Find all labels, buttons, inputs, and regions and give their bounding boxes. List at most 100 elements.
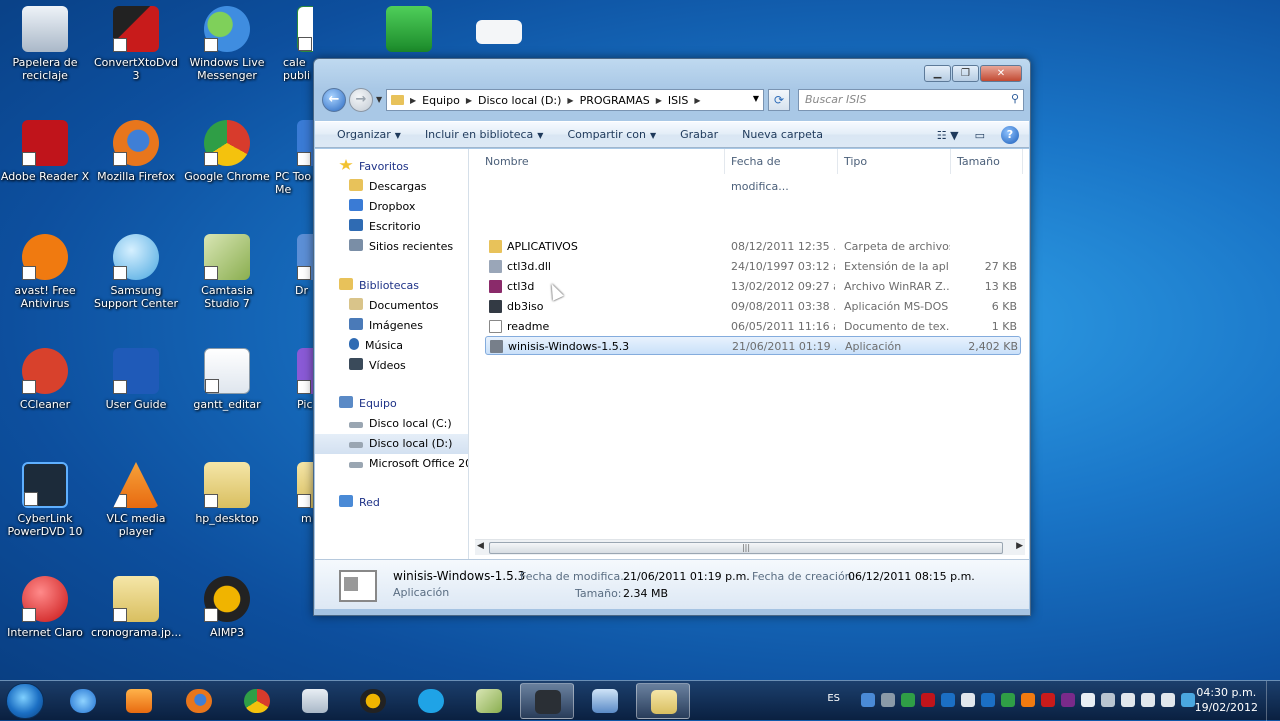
back-button[interactable]: ← [322,88,346,112]
address-dropdown-arrow[interactable]: ▼ [753,94,759,103]
volume-icon[interactable] [1141,693,1155,707]
desktop-icon-camtasia[interactable]: Camtasia Studio 7 [182,234,272,310]
refresh-button[interactable]: ⟳ [768,89,790,111]
file-row[interactable]: readme 06/05/2011 11:16 a... Documento d… [485,317,1021,336]
desktop-icon-ccleaner[interactable]: CCleaner [0,348,90,411]
view-options-icon[interactable]: ☷ ▼ [937,129,959,142]
breadcrumb-separator[interactable]: ▶ [567,96,573,105]
tray-icon[interactable] [961,693,975,707]
desktop-icon-firefox[interactable]: Mozilla Firefox [91,120,181,183]
horizontal-scrollbar[interactable]: ◀ ||| ▶ [475,539,1025,555]
file-row[interactable]: ctl3d 13/02/2012 09:27 a... Archivo WinR… [485,277,1021,296]
taskbar-internet-explorer[interactable] [56,683,110,719]
desktop-icon-messenger[interactable]: Windows Live Messenger [182,6,272,82]
tray-icon[interactable] [861,693,875,707]
bluetooth-icon[interactable] [981,693,995,707]
taskbar-control-panel[interactable] [578,683,632,719]
nav-disk-d[interactable]: Disco local (D:) [315,434,468,454]
desktop-icon-adobe-reader[interactable]: Adobe Reader X [0,120,90,183]
nav-favorites[interactable]: Favoritos [315,157,468,177]
breadcrumb-item[interactable]: Disco local (D:) [478,94,561,107]
recent-pages-dropdown[interactable]: ▼ [376,95,382,104]
clock[interactable]: 04:30 p.m. 19/02/2012 [1195,685,1258,715]
file-list[interactable]: Nombre Fecha de modifica... Tipo Tamaño … [471,149,1029,559]
taskbar-windows-explorer[interactable] [636,683,690,719]
search-input[interactable]: Buscar ISIS ⚲ [798,89,1024,111]
include-in-library-menu[interactable]: Incluir en biblioteca ▼ [413,128,556,141]
show-desktop-button[interactable] [1266,681,1280,721]
desktop-icon-pc-tools[interactable]: PC Too Me [273,120,313,196]
scroll-left-arrow[interactable]: ◀ [477,541,484,551]
taskbar-firefox[interactable] [172,683,226,719]
nav-libraries[interactable]: Bibliotecas [315,276,468,296]
help-icon[interactable]: ? [1001,126,1019,144]
breadcrumb-separator[interactable]: ▶ [694,96,700,105]
taskbar-calculator[interactable] [288,683,342,719]
breadcrumb-separator[interactable]: ▶ [656,96,662,105]
taskbar-camtasia[interactable] [462,683,516,719]
nav-office-drive[interactable]: Microsoft Office 201 [315,454,468,474]
column-header-date[interactable]: Fecha de modifica... [725,149,838,193]
column-header-name[interactable]: Nombre [479,149,725,174]
desktop-icon-cronograma[interactable]: cronograma.jp... [91,576,182,639]
scrollbar-thumb[interactable]: ||| [489,542,1003,554]
nav-network[interactable]: Red [315,493,468,513]
taskbar-aimp[interactable] [346,683,400,719]
desktop-icon-convertxtodvd[interactable]: ConvertXtoDvd 3 [91,6,181,82]
nav-recent-places[interactable]: Sitios recientes [315,237,468,257]
file-row-selected[interactable]: winisis-Windows-1.5.3 21/06/2011 01:19 .… [485,336,1021,355]
desktop-icon-avast[interactable]: avast! Free Antivirus [0,234,90,310]
breadcrumb-item[interactable]: ISIS [668,94,688,107]
tray-icon[interactable] [1101,693,1115,707]
tray-icon[interactable] [901,693,915,707]
address-bar[interactable]: ▶ Equipo ▶ Disco local (D:) ▶ PROGRAMAS … [386,89,764,111]
file-row[interactable]: ctl3d.dll 24/10/1997 03:12 a... Extensió… [485,257,1021,276]
nav-images[interactable]: Imágenes [315,316,468,336]
desktop-icon-internet-claro[interactable]: Internet Claro [0,576,90,639]
tray-icon[interactable] [941,693,955,707]
breadcrumb-separator[interactable]: ▶ [466,96,472,105]
desktop-icon-recycle-bin[interactable]: Papelera de reciclaje [0,6,90,82]
onenote-icon[interactable] [1061,693,1075,707]
language-indicator[interactable]: ES [827,693,840,704]
avast-tray-icon[interactable] [1021,693,1035,707]
minimize-button[interactable]: ▁ [924,65,951,82]
desktop-icon-samsung-support[interactable]: Samsung Support Center [91,234,181,310]
desktop-icon-green-app[interactable] [364,6,454,56]
battery-icon[interactable] [1121,693,1135,707]
desktop-icon-calendar[interactable]: cale publi [273,6,313,82]
taskbar-skype[interactable] [404,683,458,719]
nav-disk-c[interactable]: Disco local (C:) [315,414,468,434]
nav-computer[interactable]: Equipo [315,394,468,414]
burn-button[interactable]: Grabar [668,128,730,141]
desktop-icon-chrome[interactable]: Google Chrome [182,120,272,183]
close-button[interactable]: ✕ [980,65,1022,82]
desktop-icon-m[interactable]: m [273,462,313,525]
scroll-right-arrow[interactable]: ▶ [1016,541,1023,551]
taskbar-media-player[interactable] [112,683,166,719]
breadcrumb-separator[interactable]: ▶ [410,96,416,105]
nav-videos[interactable]: Vídeos [315,356,468,376]
start-button[interactable] [6,683,44,719]
column-header-size[interactable]: Tamaño [951,149,1023,174]
action-center-flag-icon[interactable] [1081,693,1095,707]
file-row[interactable]: APLICATIVOS 08/12/2011 12:35 ... Carpeta… [485,237,1021,256]
desktop-icon-aimp3[interactable]: AIMP3 [182,576,272,639]
search-icon[interactable]: ⚲ [1011,92,1019,105]
desktop-icon-powerdvd[interactable]: CyberLink PowerDVD 10 [0,462,90,538]
preview-pane-icon[interactable]: ▭ [975,129,985,142]
tray-icon[interactable] [921,693,935,707]
desktop-icon-white-app[interactable] [454,20,544,48]
taskbar-chrome[interactable] [230,683,284,719]
file-row[interactable]: db3iso 09/08/2011 03:38 ... Aplicación M… [485,297,1021,316]
nav-documents[interactable]: Documentos [315,296,468,316]
desktop-icon-gantt[interactable]: gantt_editar [182,348,272,411]
desktop-icon-vlc[interactable]: VLC media player [91,462,181,538]
desktop-icon-user-guide[interactable]: User Guide [91,348,181,411]
organize-menu[interactable]: Organizar ▼ [325,128,413,141]
column-header-type[interactable]: Tipo [838,149,951,174]
desktop-icon-hp-desktop[interactable]: hp_desktop [182,462,272,525]
desktop-icon-dr[interactable]: Dr [273,234,313,297]
nav-desktop[interactable]: Escritorio [315,217,468,237]
nav-downloads[interactable]: Descargas [315,177,468,197]
